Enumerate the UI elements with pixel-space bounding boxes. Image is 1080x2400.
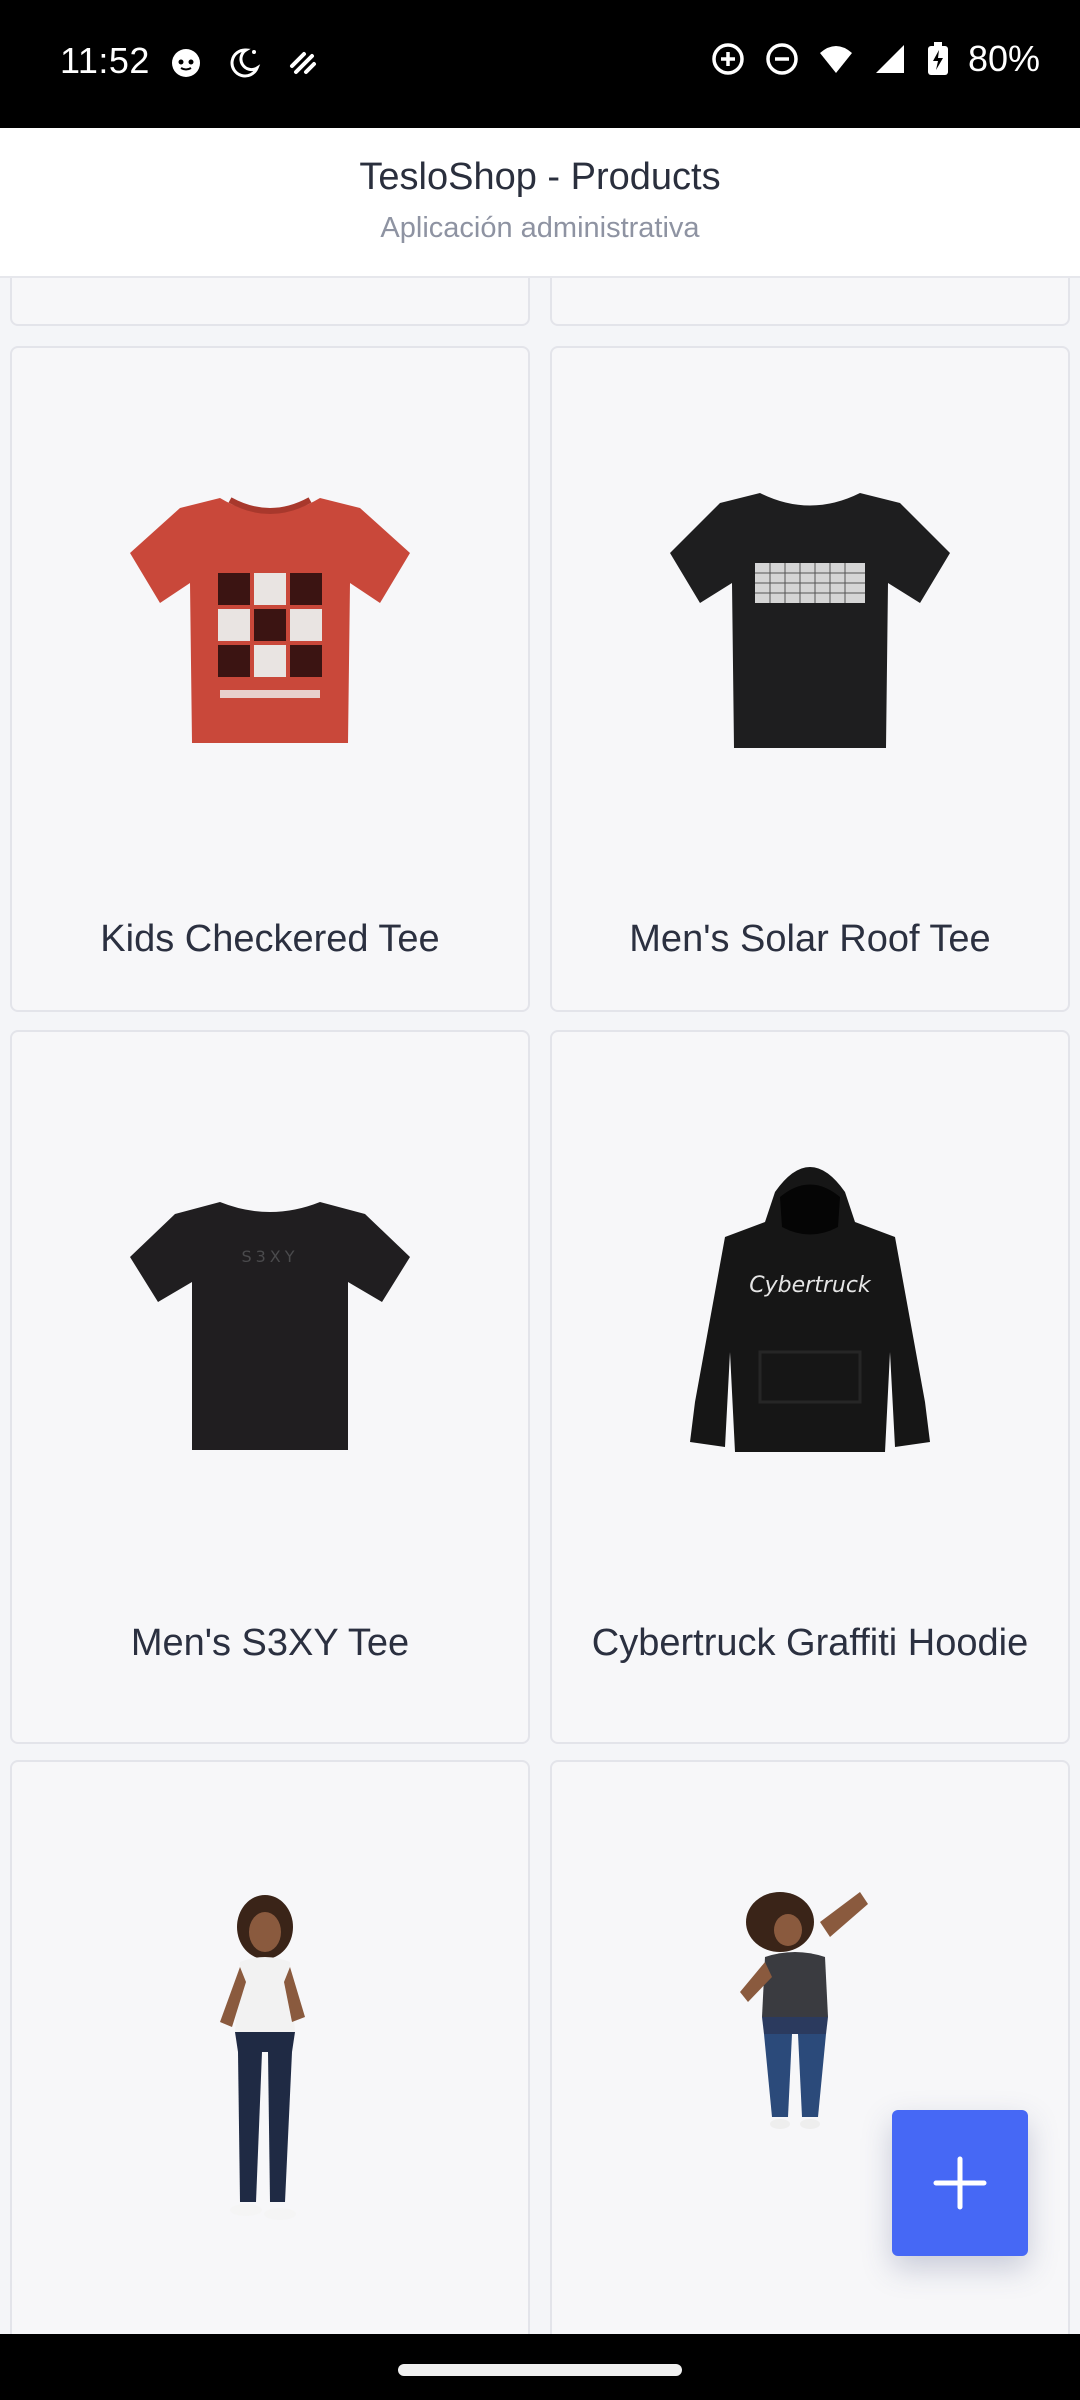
product-image: S3XY <box>12 1112 528 1532</box>
status-right: 80% <box>710 38 1040 80</box>
page-title: TesloShop - Products <box>359 156 721 198</box>
battery-percentage: 80% <box>967 38 1040 79</box>
product-title: Men's Solar Roof Tee <box>629 918 991 960</box>
add-product-button[interactable] <box>892 2110 1028 2256</box>
product-image: Cybertruck <box>552 1102 1068 1522</box>
product-card-partial[interactable] <box>550 276 1070 326</box>
product-image <box>12 1892 528 2232</box>
woman-white-tee-image <box>220 1895 305 2220</box>
moon-stars-icon <box>230 48 261 78</box>
status-left-icons <box>168 44 320 80</box>
woman-dark-tee-image <box>740 1892 868 2129</box>
product-image <box>552 408 1068 828</box>
product-grid[interactable]: Kids Checkered Tee Men's Solar Roof Tee … <box>0 276 1080 2334</box>
cat-face-icon <box>172 49 200 77</box>
red-tee-image <box>130 497 410 743</box>
product-title: Men's S3XY Tee <box>130 1622 410 1664</box>
product-card-partial[interactable] <box>10 276 530 326</box>
product-image <box>12 408 528 828</box>
battery-charging-icon <box>927 42 948 75</box>
black-hoodie-image: Cybertruck <box>690 1167 930 1452</box>
wifi-icon <box>819 46 852 73</box>
product-card[interactable]: Kids Checkered Tee <box>10 346 530 1012</box>
svg-text:S3XY: S3XY <box>241 1247 298 1266</box>
product-card[interactable] <box>10 1760 530 2334</box>
do-not-disturb-icon <box>766 43 798 75</box>
black-tee-image <box>670 493 950 748</box>
svg-text:Cybertruck: Cybertruck <box>749 1273 872 1298</box>
page-subtitle: Aplicación administrativa <box>380 212 700 244</box>
signal-icon <box>875 45 904 73</box>
data-saver-icon <box>712 43 744 75</box>
product-image <box>552 1887 1068 2147</box>
plus-icon <box>933 2156 987 2210</box>
home-gesture-handle[interactable] <box>398 2364 682 2376</box>
product-card[interactable]: Men's Solar Roof Tee <box>550 346 1070 1012</box>
app-header: TesloShop - Products Aplicación administ… <box>0 128 1080 278</box>
squiggle-icon <box>290 52 316 74</box>
system-navigation-bar <box>0 2334 1080 2400</box>
status-bar: 11:52 80% <box>0 0 1080 128</box>
status-time: 11:52 <box>60 40 150 81</box>
black-s3xy-tee-image: S3XY <box>130 1202 410 1450</box>
product-title: Kids Checkered Tee <box>100 918 440 960</box>
product-title: Cybertruck Graffiti Hoodie <box>591 1622 1029 1664</box>
product-card[interactable]: Cybertruck Cybertruck Graffiti Hoodie <box>550 1030 1070 1744</box>
product-card[interactable]: S3XY Men's S3XY Tee <box>10 1030 530 1744</box>
